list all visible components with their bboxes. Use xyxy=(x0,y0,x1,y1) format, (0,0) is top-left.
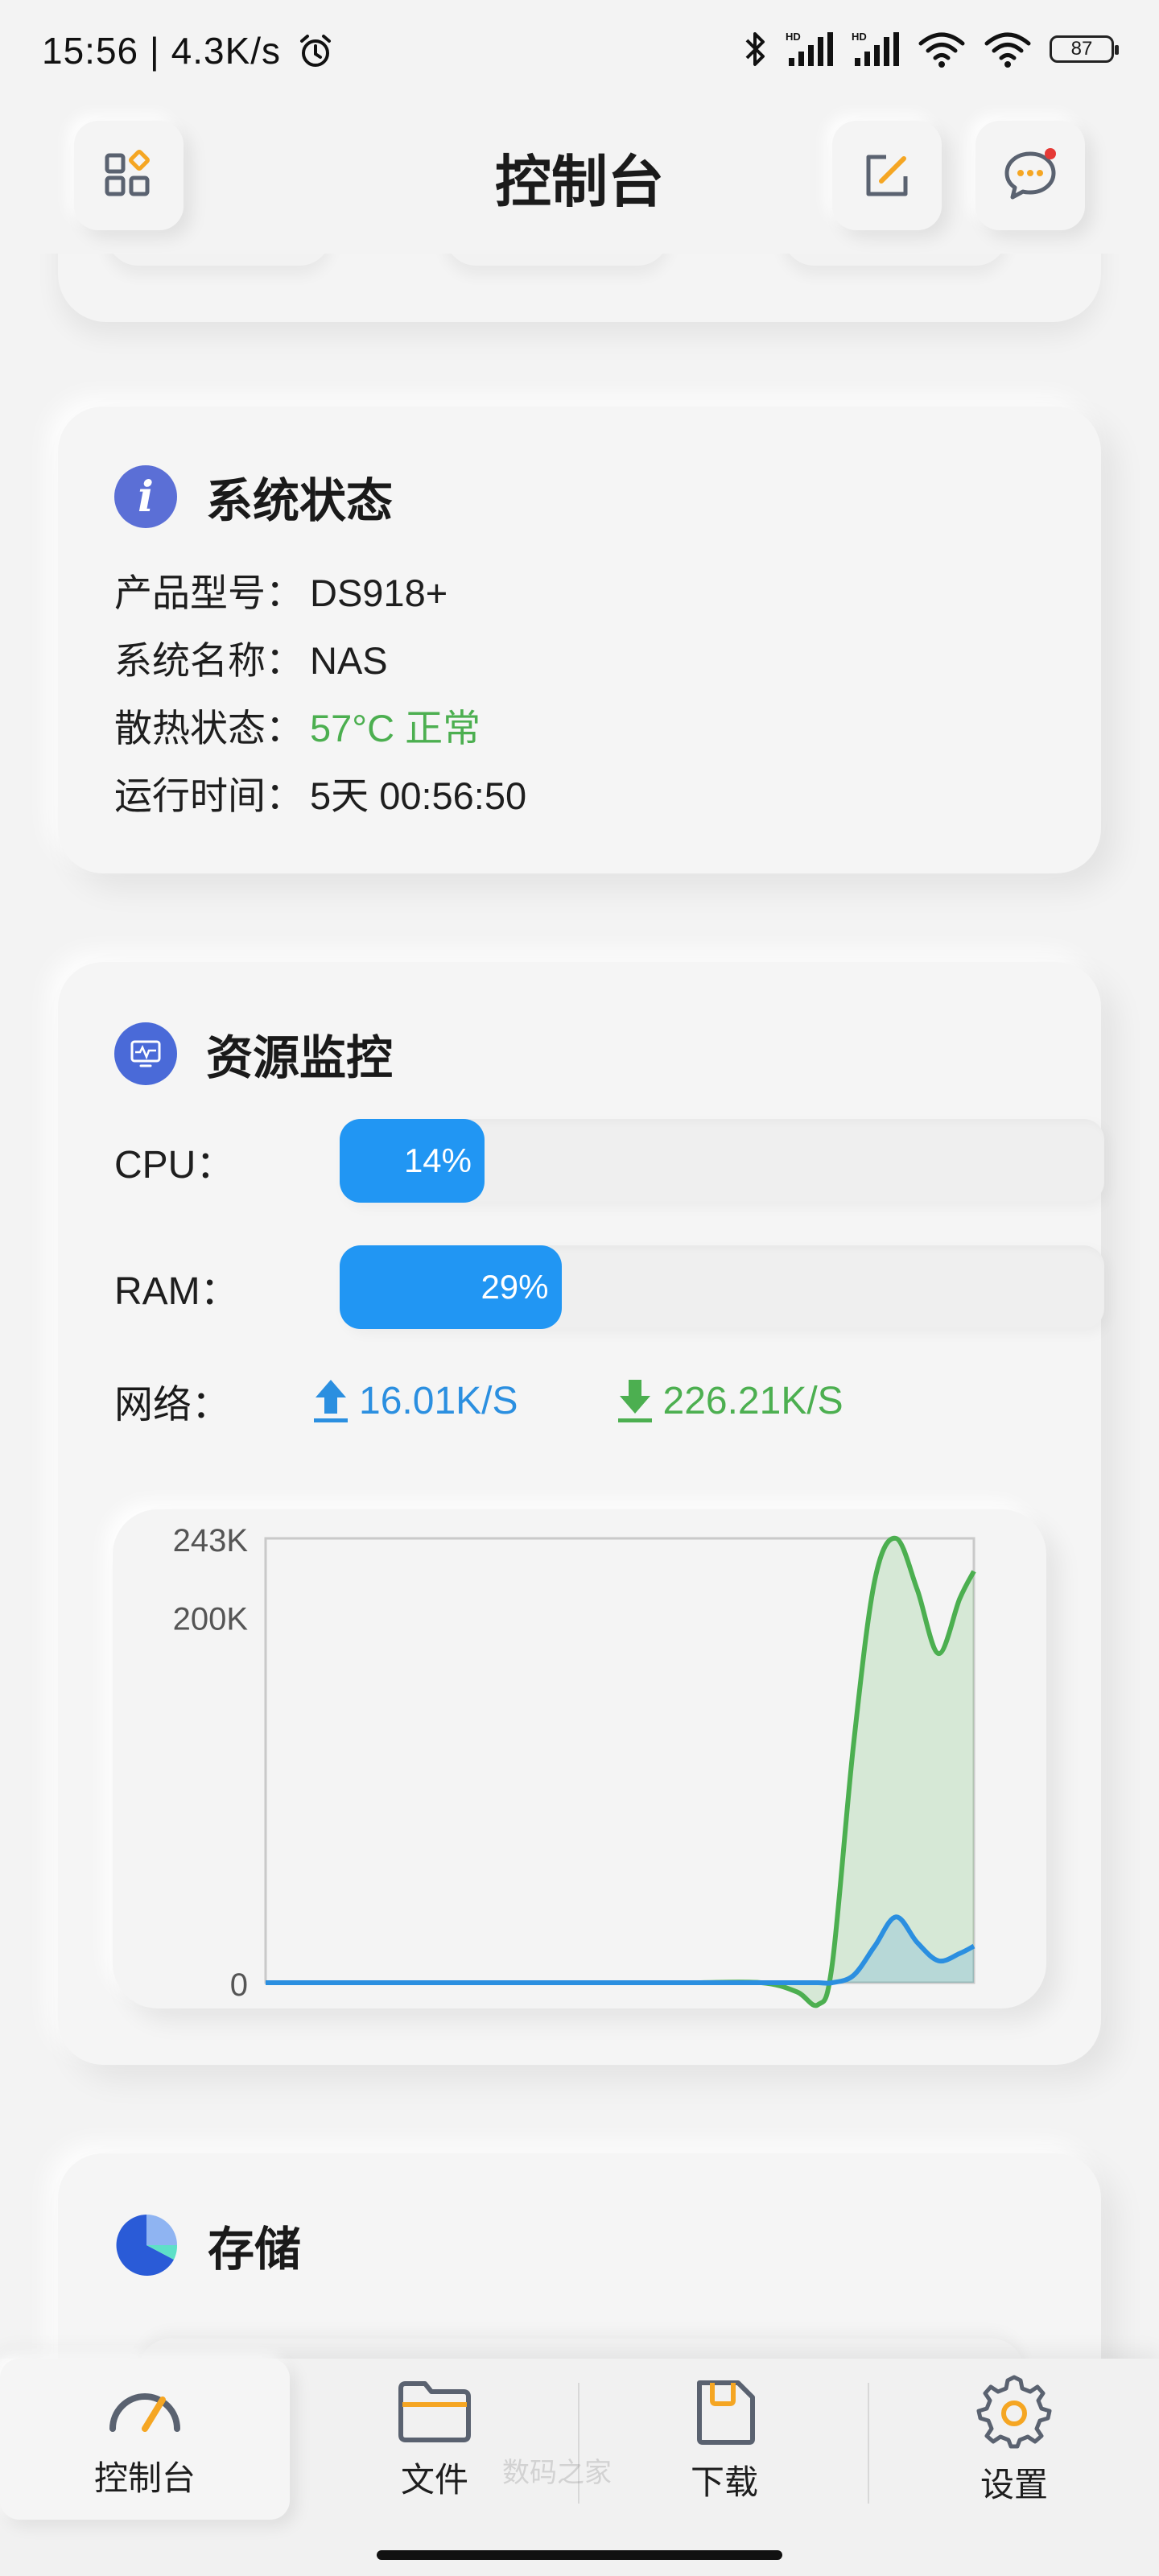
status-time: 15:56 xyxy=(42,30,139,72)
app-header: 控制台 xyxy=(0,105,1159,254)
download-arrow-icon xyxy=(617,1380,652,1422)
ram-label: RAM： xyxy=(114,1270,239,1313)
resource-monitor-header: 资源监控 xyxy=(114,1020,393,1088)
monitor-icon xyxy=(114,1022,177,1085)
svg-text:HD: HD xyxy=(852,31,867,43)
gear-icon xyxy=(976,2375,1052,2448)
info-label: 产品型号： xyxy=(114,572,303,614)
folder-icon xyxy=(398,2380,471,2442)
nav-files[interactable]: 文件 xyxy=(290,2359,580,2520)
edit-icon xyxy=(866,155,908,196)
nav-settings[interactable]: 设置 xyxy=(869,2359,1159,2520)
chart-y-tick-label: 200K xyxy=(173,1602,249,1637)
network-chart-svg: 243K 200K 0 xyxy=(173,1523,976,2008)
ram-percent: 29% xyxy=(481,1268,549,1306)
network-row: 网络： 16.01K/S 226.21K/S xyxy=(114,1373,843,1429)
pie-chart-icon xyxy=(116,2215,178,2276)
chat-bubble-icon xyxy=(1004,148,1056,200)
chart-y-tick-label: 0 xyxy=(230,1967,248,2003)
bluetooth-icon xyxy=(745,32,765,66)
status-time-speed: 15:56 | 4.3K/s xyxy=(42,29,334,72)
upload-speed: 16.01K/S xyxy=(311,1377,518,1425)
info-icon: i xyxy=(114,465,177,528)
battery-level: 87 xyxy=(1070,38,1093,60)
battery-icon: 87 xyxy=(1050,35,1119,63)
nav-dashboard[interactable]: 控制台 xyxy=(0,2359,290,2520)
resource-monitor-card: 资源监控 CPU： 14% RAM： 29% 网络： 16.01K/S 226.… xyxy=(58,962,1104,2065)
wifi-1-icon xyxy=(918,32,965,68)
nav-settings-label: 设置 xyxy=(980,2465,1048,2504)
storage-title: 存储 xyxy=(208,2223,302,2276)
download-speed: 226.21K/S xyxy=(615,1377,843,1425)
nav-dashboard-label: 控制台 xyxy=(93,2458,196,2497)
cpu-label: CPU： xyxy=(114,1144,235,1187)
ram-row: RAM： 29% xyxy=(114,1245,1104,1329)
status-separator: | xyxy=(149,30,171,72)
status-bar: 15:56 | 4.3K/s HD HD 87 xyxy=(0,0,1159,105)
resource-monitor-title: 资源监控 xyxy=(206,1032,394,1084)
thermal-status-value: 57°C 正常 xyxy=(310,707,481,749)
info-icon-glyph: i xyxy=(138,472,154,522)
upload-speed-value: 16.01K/S xyxy=(359,1379,518,1422)
info-row-uptime: 运行时间： 5天 00:56:50 xyxy=(114,762,526,830)
chart-y-tick-label: 243K xyxy=(173,1523,249,1558)
info-value: 5天 00:56:50 xyxy=(310,774,527,817)
cpu-progress-track: 14% xyxy=(340,1119,1104,1203)
info-row-thermal: 散热状态： 57°C 正常 xyxy=(114,695,526,762)
ram-progress-track: 29% xyxy=(340,1245,1104,1329)
cpu-percent: 14% xyxy=(403,1141,472,1179)
nav-files-label: 文件 xyxy=(400,2460,468,2499)
info-label: 散热状态： xyxy=(114,707,303,749)
system-status-header: i 系统状态 xyxy=(114,463,393,530)
screen: 15:56 | 4.3K/s HD HD 87 控制台 i 系统状态 产品型号：… xyxy=(0,0,1159,2576)
wifi-2-icon xyxy=(984,32,1031,68)
download-sd-icon xyxy=(697,2380,755,2445)
status-icons: HD HD 87 xyxy=(744,31,1119,68)
info-row-model: 产品型号： DS918+ xyxy=(114,559,526,627)
home-indicator[interactable] xyxy=(377,2550,782,2560)
watermark: 数码之家 xyxy=(502,2458,612,2488)
signal-hd-2-icon: HD xyxy=(852,31,899,66)
messages-button[interactable] xyxy=(975,121,1085,230)
nav-downloads-label: 下载 xyxy=(690,2462,758,2501)
info-row-system-name: 系统名称： NAS xyxy=(114,627,526,695)
signal-hd-1-icon: HD xyxy=(786,31,833,66)
dashboard-gauge-icon xyxy=(109,2392,180,2432)
system-status-card: i 系统状态 产品型号： DS918+ 系统名称： NAS 散热状态： 57°C… xyxy=(58,407,1101,873)
upload-arrow-icon xyxy=(314,1380,349,1422)
alarm-icon xyxy=(299,35,331,67)
download-speed-value: 226.21K/S xyxy=(662,1379,843,1422)
svg-text:HD: HD xyxy=(786,31,801,43)
edit-button[interactable] xyxy=(832,121,942,230)
monitor-glyph xyxy=(130,1040,161,1067)
system-status-title: 系统状态 xyxy=(206,475,394,527)
status-network-speed: 4.3K/s xyxy=(171,30,282,72)
info-value: DS918+ xyxy=(310,572,448,614)
info-value: NAS xyxy=(310,639,388,682)
storage-header: 存储 xyxy=(114,2211,301,2279)
network-label: 网络： xyxy=(114,1384,231,1426)
cpu-row: CPU： 14% xyxy=(114,1119,1104,1203)
info-label: 运行时间： xyxy=(114,774,303,817)
cpu-progress-bar: 14% xyxy=(340,1119,485,1203)
info-label: 系统名称： xyxy=(114,639,303,682)
nav-downloads[interactable]: 下载 xyxy=(580,2359,869,2520)
system-info-list: 产品型号： DS918+ 系统名称： NAS 散热状态： 57°C 正常 运行时… xyxy=(114,559,526,830)
ram-progress-bar: 29% xyxy=(340,1245,562,1329)
network-chart: 243K 200K 0 xyxy=(113,1509,1046,2008)
